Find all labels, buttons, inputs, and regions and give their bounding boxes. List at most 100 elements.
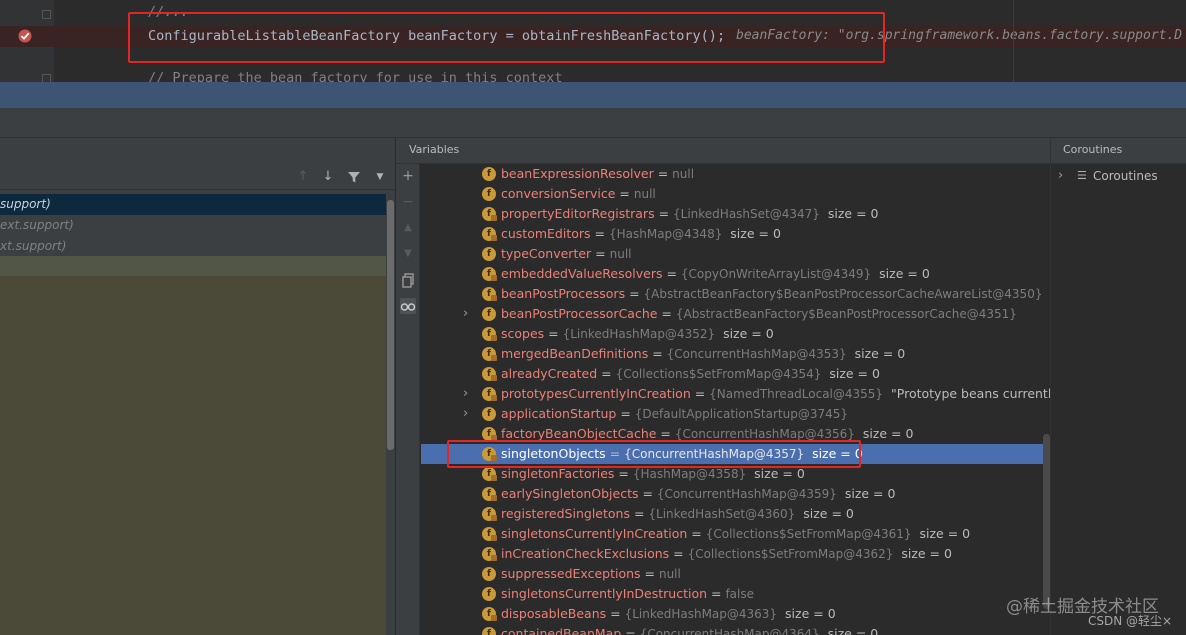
frame-row[interactable]: xt.support) (0, 236, 386, 257)
plus-icon[interactable]: + (400, 168, 416, 184)
variable-name: suppressedExceptions (501, 566, 641, 581)
variable-row[interactable]: f containedBeanMap = {ConcurrentHashMap@4… (421, 624, 1050, 635)
variable-size-text: size = 0 (803, 506, 854, 521)
variable-row[interactable]: f beanExpressionResolver = null (421, 164, 1050, 184)
variable-row[interactable]: f propertyEditorRegistrars = {LinkedHashS… (421, 204, 1050, 224)
variable-name: typeConverter (501, 246, 592, 261)
variable-size: size = 0 (912, 526, 971, 541)
variable-size-text: size = 0 (730, 226, 781, 241)
variable-row[interactable]: f inCreationCheckExclusions = {Collection… (421, 544, 1050, 564)
chevron-right-icon[interactable]: › (1058, 166, 1063, 186)
variable-size: size = 0 (855, 426, 914, 441)
final-modifier-icon (491, 615, 497, 621)
variable-name: customEditors (501, 226, 591, 241)
frame-row[interactable]: ext.support) (0, 215, 386, 236)
frames-list: support) ext.support) xt.support) (0, 194, 386, 257)
variable-row[interactable]: f earlySingletonObjects = {ConcurrentHash… (421, 484, 1050, 504)
coroutines-tree-item[interactable]: › ☰ Coroutines (1051, 166, 1186, 186)
fold-marker-icon[interactable] (42, 10, 51, 19)
final-modifier-icon (491, 355, 497, 361)
variable-row[interactable]: f customEditors = {HashMap@4348} size = 0 (421, 224, 1050, 244)
variable-row[interactable]: f typeConverter = null (421, 244, 1050, 264)
variable-text: alreadyCreated = {Collections$SetFromMap… (501, 364, 880, 384)
variables-scrollbar-thumb[interactable] (1043, 434, 1050, 609)
variable-equals: = (638, 486, 657, 501)
variable-row[interactable]: › f applicationStartup = {DefaultApplicati… (421, 404, 1050, 424)
variable-size: size = 0 (821, 366, 880, 381)
field-icon: f (482, 247, 496, 261)
frames-empty-area (0, 256, 386, 635)
final-modifier-icon (491, 375, 497, 381)
frames-scrollbar-thumb[interactable] (387, 200, 394, 450)
variables-side-toolbar: + − ▲ ▼ (396, 164, 420, 635)
variable-text: beanPostProcessors = {AbstractBeanFactor… (501, 284, 1050, 304)
variable-name: registeredSingletons (501, 506, 630, 521)
variable-value: {ConcurrentHashMap@4356} (674, 427, 855, 441)
variable-value: {LinkedHashMap@4352} (562, 327, 716, 341)
variables-tree[interactable]: f beanExpressionResolver = null f conversio… (421, 164, 1050, 635)
variable-row[interactable]: f singletonsCurrentlyInCreation = {Collec… (421, 524, 1050, 544)
variable-row[interactable]: f suppressedExceptions = null (421, 564, 1050, 584)
variable-value: null (658, 567, 681, 581)
variable-row[interactable]: f scopes = {LinkedHashMap@4352} size = 0 (421, 324, 1050, 344)
filter-icon[interactable] (347, 170, 361, 184)
variable-text: beanPostProcessorCache = {AbstractBeanFa… (501, 304, 1017, 324)
arrow-up-icon[interactable]: ↑ (296, 170, 310, 184)
variable-text: customEditors = {HashMap@4348} size = 0 (501, 224, 781, 244)
variable-equals: = (640, 566, 659, 581)
chevron-down-icon[interactable]: ▼ (373, 170, 387, 184)
variable-value: {ConcurrentHashMap@4364} (639, 627, 820, 635)
move-up-icon[interactable]: ▲ (400, 220, 416, 236)
variable-size: size = 0 (820, 626, 879, 635)
variable-name: singletonsCurrentlyInCreation (501, 526, 688, 541)
final-modifier-icon (491, 515, 497, 521)
chevron-right-icon[interactable]: › (463, 304, 468, 324)
chevron-right-icon[interactable]: › (463, 404, 468, 424)
variable-text: propertyEditorRegistrars = {LinkedHashSe… (501, 204, 879, 224)
variable-size: "Prototype beans currently in cre (883, 386, 1050, 401)
variable-name: embeddedValueResolvers (501, 266, 663, 281)
variable-row[interactable]: f embeddedValueResolvers = {CopyOnWriteAr… (421, 264, 1050, 284)
variable-value: {Collections$SetFromMap@4361} (705, 527, 912, 541)
variable-equals: = (615, 186, 634, 201)
variable-size: size = 0 (722, 226, 781, 241)
field-icon: f (482, 407, 496, 421)
watermark-author: CSDN @轻尘× (1088, 614, 1173, 628)
variable-row[interactable]: f disposableBeans = {LinkedHashMap@4363} … (421, 604, 1050, 624)
code-editor[interactable]: //... ConfigurableListableBeanFactory be… (0, 0, 1186, 88)
variable-size: size = 0 (746, 466, 805, 481)
minus-icon[interactable]: − (400, 194, 416, 210)
variable-row[interactable]: f singletonsCurrentlyInDestruction = fals… (421, 584, 1050, 604)
variable-value: {HashMap@4358} (632, 467, 747, 481)
variable-value: {ConcurrentHashMap@4353} (666, 347, 847, 361)
frames-toolbar: ↑ ↓ ▼ (0, 164, 395, 190)
chevron-right-icon[interactable]: › (463, 384, 468, 404)
variable-value: null (609, 247, 632, 261)
copy-icon[interactable] (400, 272, 416, 288)
final-modifier-icon (491, 475, 497, 481)
variable-row[interactable]: › f prototypesCurrentlyInCreation = {Named… (421, 384, 1050, 404)
variable-row[interactable]: f mergedBeanDefinitions = {ConcurrentHash… (421, 344, 1050, 364)
variable-name: earlySingletonObjects (501, 486, 639, 501)
frame-row[interactable]: support) (0, 194, 386, 215)
variable-row[interactable]: f registeredSingletons = {LinkedHashSet@4… (421, 504, 1050, 524)
variable-row[interactable]: f conversionService = null (421, 184, 1050, 204)
frames-scrollbar[interactable] (386, 192, 395, 635)
variable-row[interactable]: f beanPostProcessors = {AbstractBeanFacto… (421, 284, 1050, 304)
variable-name: beanPostProcessorCache (501, 306, 658, 321)
glasses-icon[interactable] (400, 298, 416, 314)
breakpoint-icon[interactable] (17, 28, 33, 44)
variable-row[interactable]: › f beanPostProcessorCache = {AbstractBean… (421, 304, 1050, 324)
variable-value: null (633, 187, 656, 201)
variable-size-text: size = 0 (723, 326, 774, 341)
variable-text: earlySingletonObjects = {ConcurrentHashM… (501, 484, 895, 504)
arrow-down-icon[interactable]: ↓ (321, 170, 335, 184)
variable-size-text: size = 0 (919, 526, 971, 541)
variable-size-text: size = 0 (827, 626, 879, 635)
variable-size-text: size = 0 (785, 606, 836, 621)
variables-panel: Variables + − ▲ ▼ f beanExpressionResolve… (396, 138, 1050, 635)
variable-equals: = (614, 466, 633, 481)
move-down-icon[interactable]: ▼ (400, 246, 416, 262)
variable-row[interactable]: f alreadyCreated = {Collections$SetFromMa… (421, 364, 1050, 384)
variable-value: {AbstractBeanFactory$BeanPostProcessorCa… (675, 307, 1017, 321)
